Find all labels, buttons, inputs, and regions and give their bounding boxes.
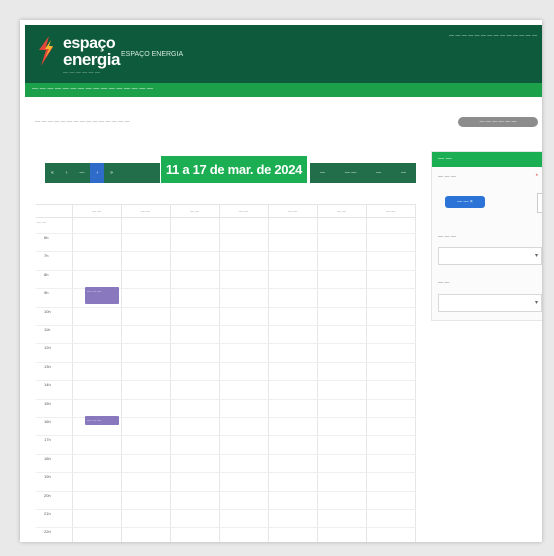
time-label: 22h <box>44 529 51 535</box>
grid-row-line <box>36 453 416 455</box>
grid-row-line <box>36 269 416 271</box>
field2-label: — — — <box>438 234 456 240</box>
chevron-down-icon: ▾ <box>534 253 538 259</box>
time-label: 19h <box>44 474 51 480</box>
grid-row-line <box>36 325 416 326</box>
logo-icon <box>39 36 53 66</box>
filter-panel: — — — — — * — — × — — — ▾ — — ▾ <box>431 151 542 321</box>
prev-year-button[interactable]: « <box>45 163 60 183</box>
grid-row-line <box>36 233 416 234</box>
grid-row-line <box>36 398 416 400</box>
view-list-button[interactable]: — <box>399 163 408 183</box>
app-name: ESPAÇO ENERGIA <box>121 51 184 58</box>
field3-label: — — <box>438 280 450 286</box>
time-label: 14h <box>44 382 51 388</box>
required-mark: * <box>535 174 538 180</box>
time-label: 10h <box>44 308 51 314</box>
date-range-title: 11 a 17 de mar. de 2024 <box>161 156 307 183</box>
today-button[interactable]: — <box>73 163 90 183</box>
field3-select[interactable]: ▾ <box>438 294 542 312</box>
secondary-nav-links[interactable]: — — — — — — — — — — — — — — — — <box>32 86 153 92</box>
logo-tagline: — — — — — — <box>63 70 100 76</box>
grid-row-line <box>36 509 416 510</box>
time-label: 20h <box>44 492 51 498</box>
allday-label: — — <box>37 219 47 224</box>
day-header: — — <box>336 208 347 213</box>
app-window: espaço energia — — — — — — ESPAÇO ENERGI… <box>20 20 542 542</box>
grid-row-line <box>36 306 416 308</box>
time-label: 18h <box>44 455 51 461</box>
grid-row-line <box>36 380 416 382</box>
next-year-button[interactable]: » <box>104 163 119 183</box>
filter-panel-title: — — <box>432 152 542 167</box>
field1-label: — — — <box>438 174 456 180</box>
grid-row-line <box>36 472 416 474</box>
time-label: 16h <box>44 419 51 424</box>
time-label: 9h <box>44 290 49 296</box>
time-label: 21h <box>44 511 51 516</box>
time-label: 13h <box>44 363 51 369</box>
day-header: — — <box>385 208 396 213</box>
prev-week-button[interactable]: ‹ <box>60 163 74 183</box>
view-week-button[interactable]: — — <box>343 163 358 183</box>
day-header: — — <box>238 208 249 213</box>
time-label: 7h <box>44 253 49 259</box>
logo-text-line2: energia <box>63 50 120 69</box>
time-label: 17h <box>44 437 51 443</box>
time-label: 12h <box>44 345 51 351</box>
user-info[interactable]: — — — — — — — — — — — — — — <box>449 33 537 39</box>
week-calendar[interactable]: — — — — — — — — — — — — — — — — 6h 7h 8h 9h 10h 11h… <box>36 204 416 542</box>
view-month-button[interactable]: — <box>318 163 327 183</box>
grid-row-line <box>36 343 416 345</box>
view-day-button[interactable]: — <box>374 163 383 183</box>
day-header: — — <box>189 208 200 213</box>
calendar-event[interactable]: — — — <box>85 416 119 425</box>
app-header: espaço energia — — — — — — ESPAÇO ENERGI… <box>25 25 542 83</box>
calendar-event[interactable]: — — — <box>85 287 119 305</box>
grid-row-line <box>36 490 416 492</box>
next-week-button[interactable]: › <box>90 163 105 183</box>
day-header: — — <box>287 208 298 213</box>
top-action-button[interactable]: — — — — — — <box>458 117 538 127</box>
selected-chip[interactable]: — — × <box>445 196 485 208</box>
chevron-down-icon: ▾ <box>534 300 538 306</box>
nav-button-group: « ‹ — › » <box>45 163 160 183</box>
field2-select[interactable]: ▾ <box>438 247 542 265</box>
grid-row-line <box>36 435 416 437</box>
grid-row-line <box>36 251 416 253</box>
calendar-day-headers: — — — — — — — — — — — — — — <box>36 205 416 218</box>
day-header: — — <box>140 208 151 213</box>
secondary-nav: — — — — — — — — — — — — — — — — <box>25 83 542 97</box>
time-label: 8h <box>44 271 49 277</box>
time-label: 6h <box>44 235 49 240</box>
time-label: 15h <box>44 400 51 406</box>
time-label: 11h <box>44 327 51 332</box>
grid-row-line <box>36 527 416 529</box>
grid-row-line <box>36 361 416 363</box>
chip-input-edge[interactable] <box>537 193 542 213</box>
breadcrumb[interactable]: — — — — — — — — — — — — — — — <box>35 119 129 125</box>
day-header: — — <box>91 208 102 213</box>
view-button-group: — — — — — <box>310 163 416 183</box>
